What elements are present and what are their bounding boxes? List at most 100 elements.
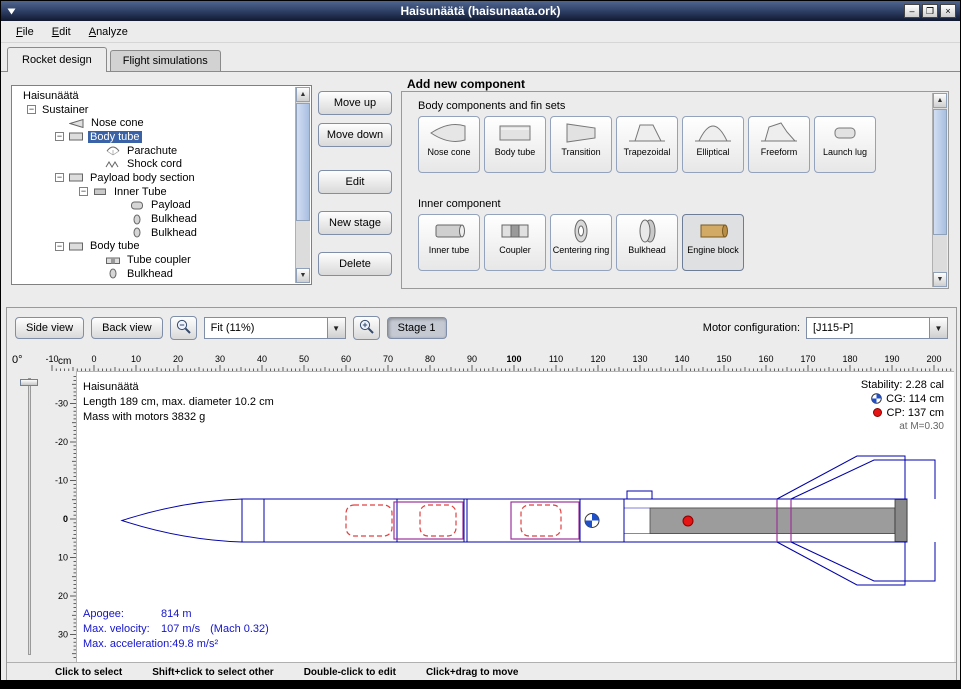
launch-lug-outline[interactable]	[627, 491, 652, 499]
menu-edit[interactable]: Edit	[43, 23, 80, 41]
chevron-down-icon[interactable]: ▼	[327, 318, 345, 338]
component-button-engine-block[interactable]: Engine block	[682, 214, 744, 271]
scroll-up-arrow-icon[interactable]: ▲	[296, 87, 310, 102]
move-down-button[interactable]: Move down	[318, 123, 392, 147]
title-bar[interactable]: Haisunäätä (haisunaata.ork) – ❐ ×	[1, 1, 960, 21]
delete-button[interactable]: Delete	[318, 252, 392, 276]
zoom-out-button[interactable]	[170, 316, 197, 340]
vertical-ruler: -30-20-100102030	[46, 371, 76, 662]
component-button-launch-lug[interactable]: Launch lug	[814, 116, 876, 173]
inner-component-group-label: Inner component	[418, 198, 501, 210]
component-button-label: Coupler	[499, 246, 531, 256]
component-button-bulkhead[interactable]: Bulkhead	[616, 214, 678, 271]
add-component-scrollbar[interactable]: ▲ ▼	[932, 93, 947, 287]
motor-configuration-group: Motor configuration: [J115-P] ▼	[703, 317, 948, 339]
tree-item-payload-body-section[interactable]: −Payload body section	[13, 171, 294, 185]
window-title: Haisunäätä (haisunaata.ork)	[1, 4, 960, 18]
tab-rocket-design[interactable]: Rocket design	[7, 47, 107, 72]
nose-cone-outline[interactable]	[122, 499, 242, 542]
bodytube-icon	[68, 172, 84, 183]
svg-text:150: 150	[716, 354, 731, 364]
collapse-toggle-icon[interactable]: −	[55, 173, 64, 182]
tree-item-inner-tube[interactable]: − Inner Tube	[13, 185, 294, 199]
tree-item-body-tube[interactable]: − Body tube	[13, 130, 294, 144]
collapse-toggle-icon[interactable]: −	[27, 105, 36, 114]
tree-item-shock-cord[interactable]: Shock cord	[13, 157, 294, 171]
chevron-down-icon[interactable]: ▼	[929, 318, 947, 338]
max-velocity-row: Max. velocity:107 m/s(Mach 0.32)	[83, 622, 269, 637]
tree-item-label: Inner Tube	[112, 186, 169, 198]
component-button-label: Elliptical	[696, 148, 729, 158]
svg-text:0: 0	[91, 354, 96, 364]
rotation-slider-handle[interactable]	[20, 379, 38, 386]
stage-1-toggle[interactable]: Stage 1	[387, 317, 447, 339]
bulkhead-icon	[129, 214, 145, 225]
tree-item-sustainer[interactable]: −Sustainer	[13, 103, 294, 117]
new-stage-button[interactable]: New stage	[318, 211, 392, 235]
motor-configuration-select[interactable]: [J115-P] ▼	[806, 317, 948, 339]
tree-item-bulkhead[interactable]: Bulkhead	[13, 267, 294, 281]
tab-flight-simulations[interactable]: Flight simulations	[110, 50, 221, 71]
tree-scrollbar[interactable]: ▲ ▼	[295, 87, 310, 283]
svg-text:70: 70	[383, 354, 393, 364]
centering-ring-icon	[559, 216, 603, 246]
close-button[interactable]: ×	[940, 4, 956, 18]
innertube-icon	[92, 186, 108, 197]
component-button-centering-ring[interactable]: Centering ring	[550, 214, 612, 271]
tree-item-parachute[interactable]: Parachute	[13, 144, 294, 158]
launch-lug-icon	[823, 118, 867, 148]
tree-item-tube-coupler[interactable]: Tube coupler	[13, 253, 294, 267]
component-button-elliptical[interactable]: Elliptical	[682, 116, 744, 173]
side-view-button[interactable]: Side view	[15, 317, 84, 339]
component-button-trapezoidal[interactable]: Trapezoidal	[616, 116, 678, 173]
add-component-scrollbar-thumb[interactable]	[933, 109, 947, 235]
inner-tube-icon	[427, 216, 471, 246]
zoom-select-value: Fit (11%)	[205, 322, 327, 334]
collapse-toggle-icon[interactable]: −	[79, 187, 88, 196]
scroll-up-arrow-icon[interactable]: ▲	[933, 93, 947, 108]
collapse-toggle-icon[interactable]: −	[55, 132, 64, 141]
tree-item-body-tube[interactable]: −Body tube	[13, 240, 294, 254]
cp-marker	[683, 516, 693, 526]
svg-text:60: 60	[341, 354, 351, 364]
component-button-body-tube[interactable]: Body tube	[484, 116, 546, 173]
minimize-button[interactable]: –	[904, 4, 920, 18]
rocket-view-canvas[interactable]: Haisunäätä Length 189 cm, max. diameter …	[76, 371, 954, 662]
tree-item-haisun-t[interactable]: Haisunäätä	[13, 89, 294, 103]
back-view-button[interactable]: Back view	[91, 317, 163, 339]
zoom-select[interactable]: Fit (11%) ▼	[204, 317, 346, 339]
scroll-down-arrow-icon[interactable]: ▼	[933, 272, 947, 287]
tree-scrollbar-thumb[interactable]	[296, 103, 310, 221]
bulkhead-icon	[129, 227, 145, 238]
tree-item-nose-cone[interactable]: Nose cone	[13, 116, 294, 130]
tree-item-bulkhead[interactable]: Bulkhead	[13, 226, 294, 240]
component-button-nose-cone[interactable]: Nose cone	[418, 116, 480, 173]
component-button-coupler[interactable]: Coupler	[484, 214, 546, 271]
tree-item-payload[interactable]: Payload	[13, 199, 294, 213]
collapse-toggle-icon[interactable]: −	[55, 242, 64, 251]
svg-text:80: 80	[425, 354, 435, 364]
component-tree[interactable]: Haisunäätä−SustainerNose cone−Body tubeP…	[11, 85, 312, 285]
svg-text:30: 30	[58, 630, 68, 640]
svg-text:130: 130	[632, 354, 647, 364]
svg-text:30: 30	[215, 354, 225, 364]
tree-item-label: Haisunäätä	[21, 90, 81, 102]
tree-item-label: Body tube	[88, 131, 142, 143]
menu-analyze[interactable]: Analyze	[80, 23, 137, 41]
component-button-transition[interactable]: Transition	[550, 116, 612, 173]
scroll-down-arrow-icon[interactable]: ▼	[296, 268, 310, 283]
zoom-in-button[interactable]	[353, 316, 380, 340]
maximize-button[interactable]: ❐	[922, 4, 938, 18]
move-up-button[interactable]: Move up	[318, 91, 392, 115]
edit-button[interactable]: Edit	[318, 170, 392, 194]
svg-text:20: 20	[173, 354, 183, 364]
component-button-label: Centering ring	[553, 246, 610, 256]
rotation-slider[interactable]	[28, 378, 31, 655]
component-button-freeform[interactable]: Freeform	[748, 116, 810, 173]
component-button-inner-tube[interactable]: Inner tube	[418, 214, 480, 271]
menu-file[interactable]: File	[7, 23, 43, 41]
svg-text:120: 120	[590, 354, 605, 364]
flight-stats-block: Apogee:814 m Max. velocity:107 m/s(Mach …	[83, 607, 269, 652]
tree-item-bulkhead[interactable]: Bulkhead	[13, 212, 294, 226]
window-menu-icon[interactable]	[5, 5, 18, 18]
